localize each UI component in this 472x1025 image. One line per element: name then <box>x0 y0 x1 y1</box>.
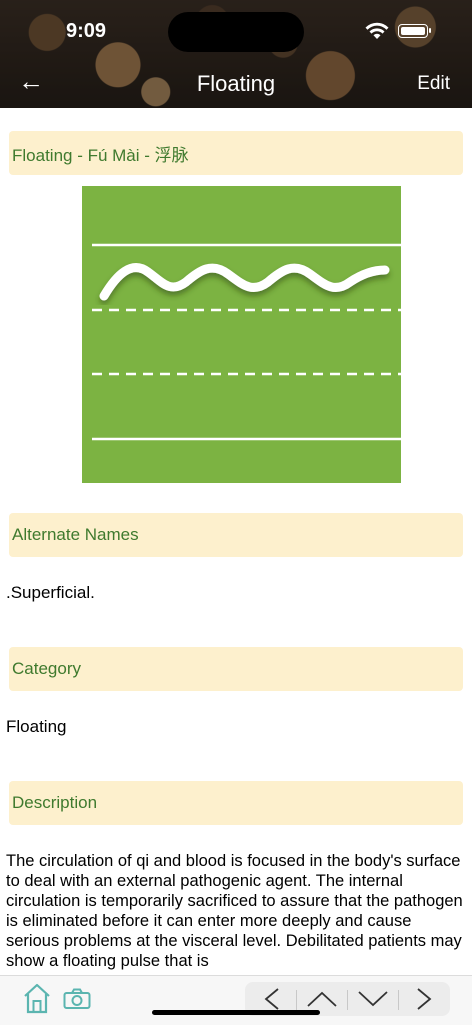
chevron-down-icon[interactable] <box>353 986 393 1012</box>
status-time: 9:09 <box>66 20 107 42</box>
pulse-wave <box>99 263 390 301</box>
page-title: Floating <box>196 71 276 96</box>
description-value: The circulation of qi and blood is focus… <box>6 852 463 970</box>
chevron-left-icon[interactable] <box>252 986 292 1012</box>
category-header: Category <box>9 647 463 691</box>
wifi-icon <box>365 22 389 39</box>
chevron-up-icon[interactable] <box>302 986 342 1012</box>
home-indicator <box>152 1010 320 1015</box>
divider <box>398 990 399 1010</box>
home-icon[interactable] <box>22 982 52 1014</box>
pulse-name-label: Floating - Fú Mài - 浮脉 <box>12 145 189 165</box>
divider <box>296 990 297 1010</box>
category-label: Category <box>12 659 81 678</box>
camera-icon[interactable] <box>63 988 91 1010</box>
divider <box>347 990 348 1010</box>
chevron-right-icon[interactable] <box>404 986 444 1012</box>
battery-icon <box>398 24 431 38</box>
description-label: Description <box>12 793 98 812</box>
alternate-names-label: Alternate Names <box>12 525 139 544</box>
alternate-names-header: Alternate Names <box>9 513 463 557</box>
category-value: Floating <box>6 717 67 736</box>
alternate-names-value: .Superficial. <box>6 583 95 602</box>
pulse-diagram <box>82 186 401 483</box>
dynamic-island <box>168 12 304 52</box>
edit-button[interactable]: Edit <box>417 73 450 95</box>
description-header: Description <box>9 781 463 825</box>
pulse-name-header: Floating - Fú Mài - 浮脉 <box>9 131 463 175</box>
pulse-wave-illustration <box>92 243 401 441</box>
